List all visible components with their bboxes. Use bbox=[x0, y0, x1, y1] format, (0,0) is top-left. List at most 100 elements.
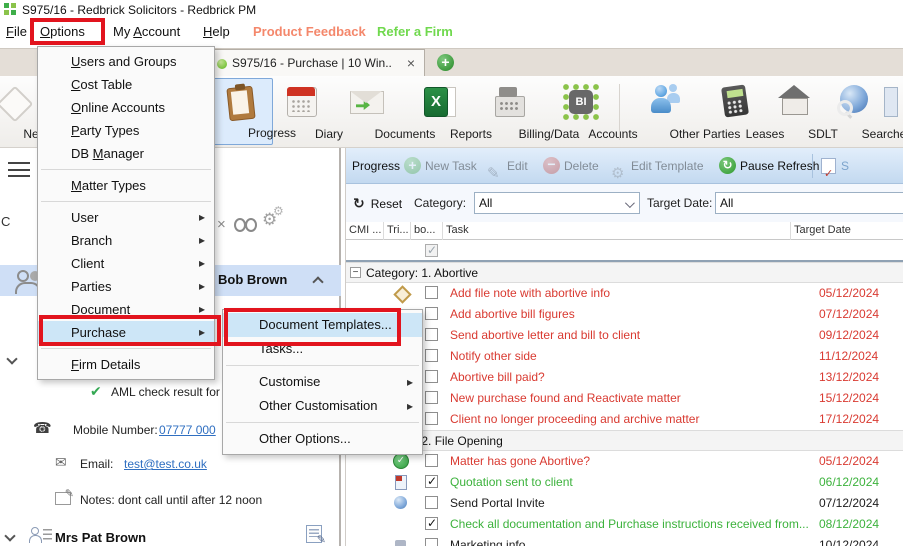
email-link[interactable]: test@test.co.uk bbox=[124, 457, 207, 471]
hamburger-icon[interactable] bbox=[8, 162, 30, 177]
binoculars-icon[interactable] bbox=[234, 218, 257, 232]
toolbar-diary[interactable]: Diary bbox=[275, 78, 343, 145]
table-row[interactable]: Marketing info 10/12/2024 bbox=[346, 535, 903, 546]
menu-item-user[interactable]: User bbox=[38, 206, 214, 229]
table-row[interactable]: Quotation sent to client 06/12/2024 bbox=[346, 472, 903, 493]
task-checkbox[interactable] bbox=[425, 538, 438, 546]
menu-item-customise[interactable]: Customise bbox=[223, 370, 422, 394]
menu-item-branch[interactable]: Branch bbox=[38, 229, 214, 252]
menu-refer-a-firm[interactable]: Refer a Firm bbox=[373, 20, 457, 44]
new-tab-button[interactable]: + bbox=[437, 54, 454, 71]
menu-item-purchase[interactable]: Purchase bbox=[38, 321, 214, 344]
category-select[interactable]: All bbox=[474, 192, 640, 214]
toolbar-documents[interactable]: Documents bbox=[329, 78, 435, 145]
tab-matter[interactable]: S975/16 - Purchase | 10 Win... × bbox=[188, 49, 425, 77]
toolbar-new-matter[interactable]: New M bbox=[0, 78, 60, 145]
task-checkbox[interactable] bbox=[425, 349, 438, 362]
table-row[interactable]: Notify other side 11/12/2024 bbox=[346, 346, 903, 367]
task-checkbox[interactable] bbox=[425, 454, 438, 467]
gears-icon[interactable]: ⚙ bbox=[262, 204, 284, 230]
menu-item-firm-details[interactable]: Firm Details bbox=[38, 353, 214, 376]
menu-item-online-accounts[interactable]: Online Accounts bbox=[38, 96, 214, 119]
column-header-trigger[interactable]: Tri... bbox=[384, 222, 411, 240]
task-checkbox[interactable] bbox=[425, 370, 438, 383]
expand-chevron-icon[interactable] bbox=[6, 353, 18, 365]
edit-template-button[interactable]: Edit Template bbox=[610, 148, 704, 192]
menu-item-other-options[interactable]: Other Options... bbox=[223, 427, 422, 451]
task-checkbox[interactable] bbox=[425, 307, 438, 320]
table-row[interactable]: Send abortive letter and bill to client … bbox=[346, 325, 903, 346]
task-checkbox[interactable] bbox=[425, 496, 438, 509]
table-row[interactable]: Client no longer proceeding and archive … bbox=[346, 409, 903, 430]
menu-file[interactable]: File bbox=[2, 20, 31, 44]
toolbar-billing-data[interactable]: Billing/Data bbox=[471, 78, 579, 145]
column-header-bo[interactable]: bo... bbox=[411, 222, 443, 240]
column-header-cmi[interactable]: CMI ... bbox=[346, 222, 384, 240]
table-row[interactable]: Add file note with abortive info 05/12/2… bbox=[346, 283, 903, 304]
toolbar-clipped-item[interactable]: L bbox=[884, 78, 903, 145]
tab-close-icon[interactable]: × bbox=[407, 50, 415, 76]
select-icon bbox=[820, 156, 837, 192]
table-row[interactable]: Matter has gone Abortive? 05/12/2024 bbox=[346, 451, 903, 472]
menu-product-feedback[interactable]: Product Feedback bbox=[249, 20, 370, 44]
menu-item-matter-types[interactable]: Matter Types bbox=[38, 174, 214, 197]
table-row[interactable]: Add abortive bill figures 07/12/2024 bbox=[346, 304, 903, 325]
task-icon bbox=[393, 285, 409, 301]
group-header-abortive[interactable]: − Category: 1. Abortive bbox=[346, 262, 903, 283]
clear-search-icon[interactable]: × bbox=[217, 216, 226, 233]
task-icon bbox=[393, 516, 409, 532]
edit-button[interactable]: Edit bbox=[486, 148, 528, 192]
menu-item-client[interactable]: Client bbox=[38, 252, 214, 275]
menu-item-cost-table[interactable]: Cost Table bbox=[38, 73, 214, 96]
target-date-select[interactable]: All bbox=[715, 192, 903, 214]
task-date: 09/12/2024 bbox=[819, 328, 880, 342]
toolbar-leases[interactable]: Leases bbox=[707, 78, 784, 145]
menu-item-party-types[interactable]: Party Types bbox=[38, 119, 214, 142]
table-row[interactable]: Send Portal Invite 07/12/2024 bbox=[346, 493, 903, 514]
group-header-label: Category: 1. Abortive bbox=[366, 266, 479, 280]
mobile-link[interactable]: 07777 000 bbox=[159, 423, 216, 437]
task-checkbox[interactable] bbox=[425, 391, 438, 404]
collapse-minus-icon[interactable]: − bbox=[350, 267, 361, 278]
menu-item-db-manager[interactable]: DB Manager bbox=[38, 142, 214, 165]
menu-options[interactable]: Options bbox=[36, 20, 89, 44]
select-button[interactable]: S bbox=[820, 148, 849, 192]
toolbar-accounts[interactable]: BI Accounts bbox=[549, 78, 638, 145]
filter-checkbox[interactable] bbox=[425, 243, 438, 257]
menu-item-other-customisation[interactable]: Other Customisation bbox=[223, 394, 422, 418]
menu-item-document-templates[interactable]: Document Templates... bbox=[223, 313, 422, 337]
task-checkbox[interactable] bbox=[425, 516, 438, 530]
menu-item-tasks[interactable]: Tasks... bbox=[223, 337, 422, 361]
app-icon bbox=[4, 3, 17, 16]
pause-refresh-button[interactable]: Pause Refresh bbox=[719, 148, 819, 184]
collapse-chevron-icon[interactable] bbox=[312, 276, 324, 288]
table-row[interactable]: Abortive bill paid? 13/12/2024 bbox=[346, 367, 903, 388]
toolbar-sdlt[interactable]: SDLT bbox=[767, 78, 838, 145]
table-row[interactable]: New purchase found and Reactivate matter… bbox=[346, 388, 903, 409]
table-row[interactable]: Check all documentation and Purchase ins… bbox=[346, 514, 903, 535]
leases-icon bbox=[717, 83, 755, 121]
task-checkbox[interactable] bbox=[425, 474, 438, 488]
doc-edit-icon[interactable] bbox=[306, 525, 326, 546]
reset-button[interactable]: ↻ Reset bbox=[353, 184, 402, 223]
task-checkbox[interactable] bbox=[425, 286, 438, 299]
new-task-button[interactable]: New Task bbox=[404, 148, 477, 184]
toolbar-searches[interactable]: Searches bbox=[823, 78, 903, 145]
expand-chevron-icon[interactable] bbox=[4, 530, 16, 542]
menu-help[interactable]: Help bbox=[199, 20, 234, 44]
searches-icon bbox=[836, 83, 874, 121]
delete-button[interactable]: Delete bbox=[543, 148, 599, 184]
group-header-file-opening[interactable]: − Category: 2. File Opening bbox=[346, 430, 903, 451]
toolbar-reports[interactable]: Reports bbox=[409, 78, 492, 145]
menu-my-account[interactable]: My Account bbox=[109, 20, 184, 44]
menu-item-document[interactable]: Document bbox=[38, 298, 214, 321]
toolbar-progress[interactable]: Progress bbox=[209, 78, 296, 145]
toolbar-other-parties[interactable]: Other Parties bbox=[623, 78, 740, 145]
task-checkbox[interactable] bbox=[425, 328, 438, 341]
task-checkbox[interactable] bbox=[425, 412, 438, 425]
task-text: Client no longer proceeding and archive … bbox=[450, 412, 700, 426]
column-header-task[interactable]: Task bbox=[443, 222, 791, 240]
column-header-target-date[interactable]: Target Date bbox=[791, 222, 903, 240]
menu-item-parties[interactable]: Parties bbox=[38, 275, 214, 298]
menu-item-users-and-groups[interactable]: Users and Groups bbox=[38, 50, 214, 73]
